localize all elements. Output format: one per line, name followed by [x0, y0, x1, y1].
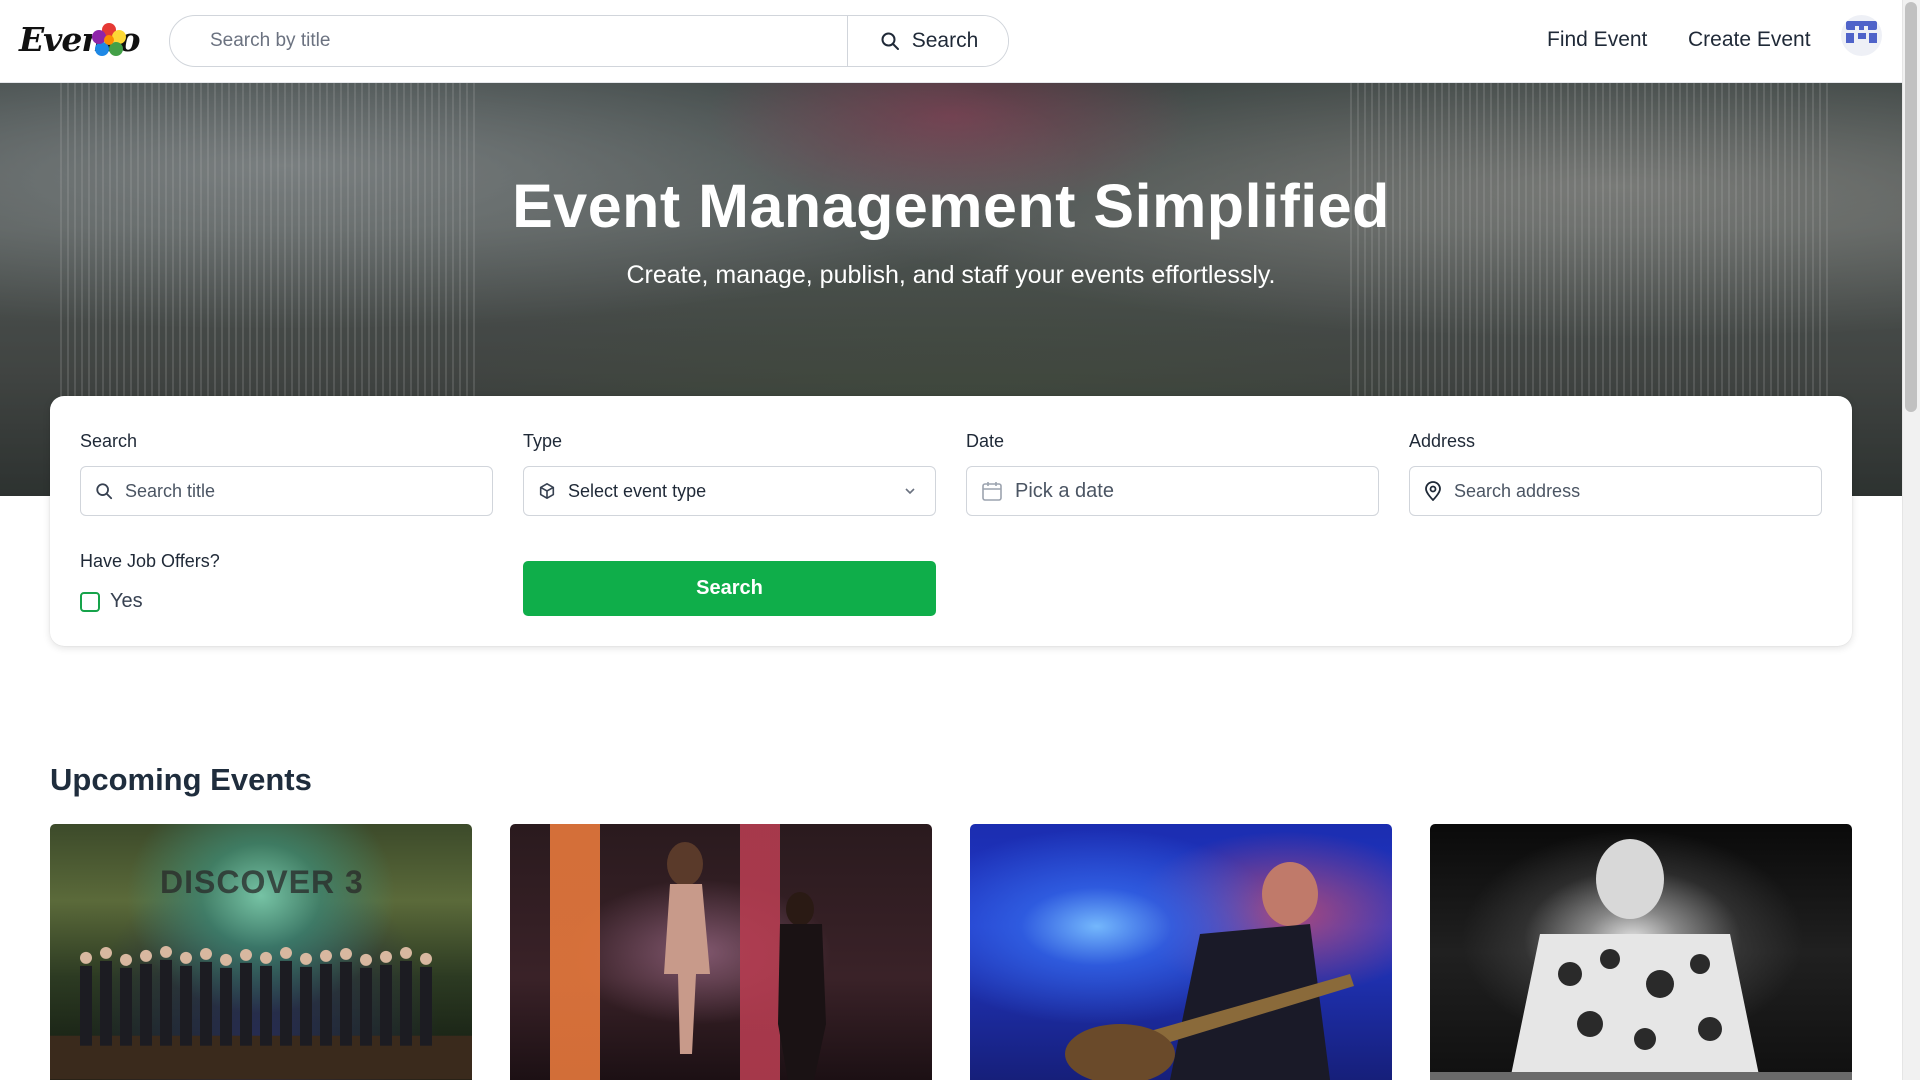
event-card-image[interactable]: DISCOVER 3 [50, 824, 472, 1080]
scrollbar-thumb[interactable] [1905, 2, 1917, 412]
event-type-select[interactable]: Select event type [523, 466, 936, 516]
chevron-down-icon [905, 488, 915, 495]
event-photo-guitarist [1065, 862, 1354, 1080]
hero-title: Event Management Simplified [512, 172, 1390, 240]
event-filter-card: Search Type Select event type Date Pick … [50, 396, 1852, 646]
date-picker-value: Pick a date [1015, 479, 1114, 502]
filter-search-button[interactable]: Search [523, 561, 936, 616]
address-filter-label: Address [1409, 431, 1476, 451]
header-search-input[interactable] [170, 16, 847, 66]
cube-icon [539, 482, 555, 500]
job-offers-checkbox[interactable] [80, 591, 100, 612]
flower-logo-icon [92, 23, 126, 56]
type-filter-label: Type [523, 431, 563, 451]
event-photo-pianist [1430, 839, 1852, 1080]
search-icon [96, 483, 113, 500]
search-filter-label: Search [80, 431, 138, 451]
map-pin-icon [1425, 481, 1441, 501]
event-photo-group [50, 946, 472, 1080]
job-offers-option-label: Yes [110, 590, 143, 612]
event-card-image[interactable] [510, 824, 932, 1080]
header-search-button-label: Search [911, 29, 979, 52]
search-icon [881, 32, 899, 50]
search-title-input[interactable] [125, 480, 465, 502]
calendar-icon [982, 482, 1002, 501]
event-card-image-text: DISCOVER 3 [160, 864, 364, 900]
date-filter-label: Date [966, 431, 1005, 451]
event-card-image[interactable] [970, 824, 1392, 1080]
avatar[interactable] [1841, 15, 1882, 56]
event-card-image[interactable] [1430, 824, 1852, 1080]
nav-find-event[interactable]: Find Event [1547, 28, 1647, 52]
header-search-bar: Search [169, 15, 1009, 67]
evento-logo[interactable]: Evento [19, 14, 141, 66]
job-offers-label: Have Job Offers? [80, 551, 220, 571]
search-filter-field [80, 466, 493, 516]
header-search-button[interactable]: Search [847, 16, 1008, 66]
top-navbar: Evento Search Find Event Create Event [0, 0, 1902, 83]
event-photo-dancers [664, 842, 826, 1080]
upcoming-events-title: Upcoming Events [50, 762, 312, 797]
hero-subtitle: Create, manage, publish, and staff your … [626, 261, 1276, 289]
avatar-icon [1846, 21, 1877, 43]
job-offers-checkbox-row[interactable]: Yes [80, 590, 143, 613]
event-type-value: Select event type [568, 480, 707, 501]
search-address-input[interactable] [1454, 480, 1794, 502]
address-filter-field [1409, 466, 1822, 516]
date-picker[interactable]: Pick a date [966, 466, 1379, 516]
nav-create-event[interactable]: Create Event [1688, 28, 1811, 52]
